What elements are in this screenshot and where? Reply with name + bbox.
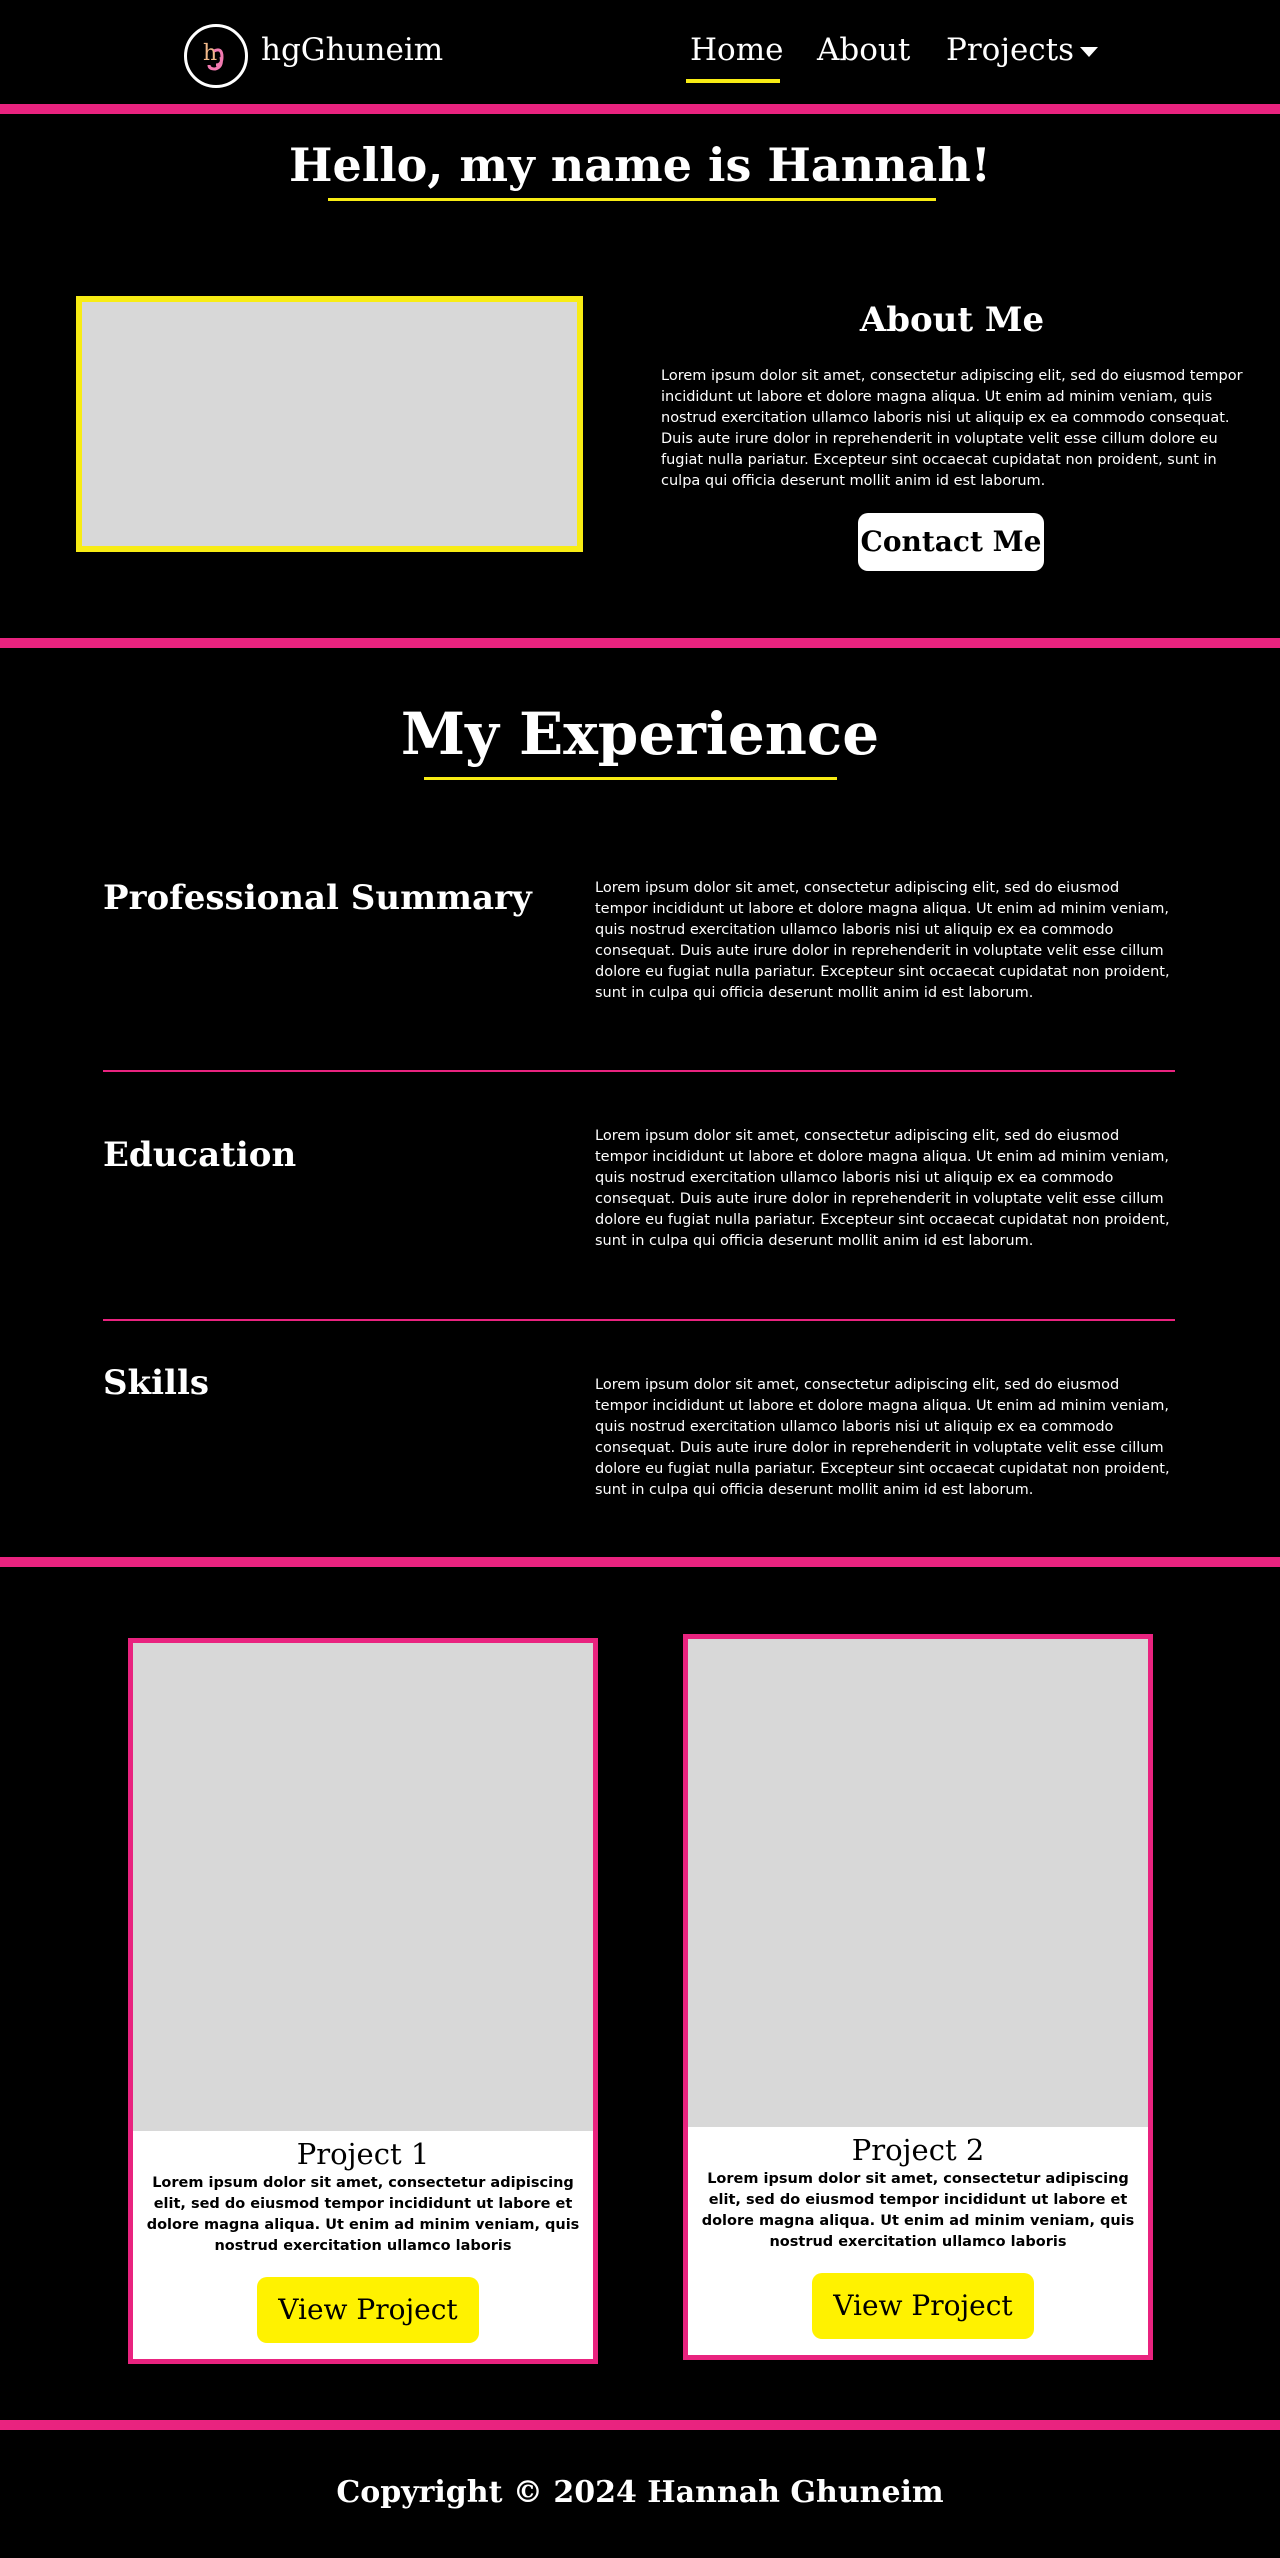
- project-card: Project 1 Lorem ipsum dolor sit amet, co…: [128, 1638, 598, 2364]
- hero-image-placeholder: [76, 296, 583, 552]
- footer-copyright: Copyright © 2024 Hannah Ghuneim: [336, 2475, 944, 2510]
- nav-active-indicator: [686, 79, 780, 83]
- experience-text: Lorem ipsum dolor sit amet, consectetur …: [595, 1128, 1170, 1249]
- project-description: Lorem ipsum dolor sit amet, consectetur …: [701, 2171, 1135, 2250]
- project-image-placeholder: [133, 1643, 593, 2131]
- about-me-text: Lorem ipsum dolor sit amet, consectetur …: [661, 368, 1243, 489]
- experience-title: My Experience: [400, 700, 880, 768]
- project-card: Project 2 Lorem ipsum dolor sit amet, co…: [683, 1634, 1153, 2360]
- view-project-button[interactable]: View Project: [257, 2277, 479, 2343]
- contact-me-button[interactable]: Contact Me: [858, 513, 1044, 571]
- section-divider: [0, 1557, 1280, 1567]
- section-divider: [0, 638, 1280, 648]
- experience-divider: [103, 1070, 1175, 1072]
- project-title: Project 1: [296, 2137, 430, 2171]
- nav-projects-label: Projects: [946, 32, 1075, 68]
- project-title: Project 2: [851, 2133, 985, 2167]
- svg-text:h: h: [203, 41, 217, 66]
- about-me-heading: About Me: [859, 300, 1045, 340]
- section-divider: [0, 2420, 1280, 2430]
- experience-text: Lorem ipsum dolor sit amet, consectetur …: [595, 880, 1170, 1001]
- project-description: Lorem ipsum dolor sit amet, consectetur …: [146, 2175, 580, 2254]
- hg-monogram-logo-icon[interactable]: h: [184, 24, 248, 88]
- hero-title: Hello, my name is Hannah!: [289, 138, 991, 192]
- brand-name[interactable]: hgGhuneim: [261, 32, 443, 68]
- experience-divider: [103, 1319, 1175, 1321]
- nav-home-link[interactable]: Home: [690, 32, 783, 68]
- nav-projects-dropdown[interactable]: Projects: [946, 32, 1099, 68]
- caret-down-icon: [1080, 46, 1099, 57]
- experience-text: Lorem ipsum dolor sit amet, consectetur …: [595, 1377, 1170, 1498]
- experience-heading: Professional Summary: [103, 878, 532, 918]
- nav-about-link[interactable]: About: [817, 32, 910, 68]
- top-navigation: h hgGhuneim Home About Projects: [0, 0, 1280, 104]
- experience-heading: Skills: [103, 1363, 210, 1403]
- experience-heading: Education: [103, 1135, 297, 1175]
- section-divider: [0, 104, 1280, 114]
- view-project-button[interactable]: View Project: [812, 2273, 1034, 2339]
- hero-title-underline: [328, 198, 936, 201]
- experience-title-underline: [424, 777, 837, 780]
- project-image-placeholder: [688, 1639, 1148, 2127]
